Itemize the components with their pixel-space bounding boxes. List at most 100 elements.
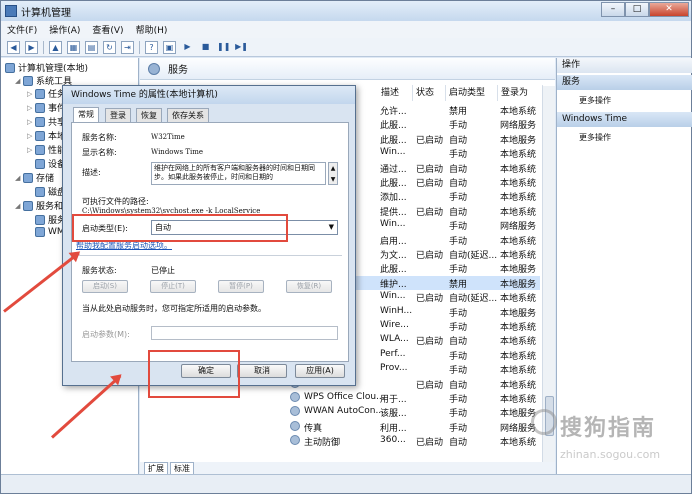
more-actions-link[interactable]: 更多操作 [579,132,611,143]
menu-view[interactable]: 查看(V) [92,23,123,36]
refresh-icon[interactable]: ↻ [103,40,116,54]
description-cell: 用于... [380,395,407,405]
expand-icon[interactable]: ▷ [27,90,33,98]
status-cell: 已启动 [416,294,444,305]
tree-item-local[interactable]: ▷ 本地 [27,129,66,142]
menu-help[interactable]: 帮助(H) [136,23,168,36]
startup-type-cell: 手动 [449,265,468,276]
startup-type-cell: 自动 [449,164,468,175]
event-viewer-icon [35,102,45,113]
clock-icon [35,88,45,99]
collapse-icon[interactable]: ◢ [15,202,21,210]
expand-icon[interactable]: ▷ [27,132,33,140]
logon-as-cell: 本地系统 [500,236,537,247]
tab-logon[interactable]: 登录 [105,108,131,122]
services-apps-icon [23,200,33,211]
description-cell: 通过... [380,164,407,175]
tree-item-performance[interactable]: ▷ 性能 [27,143,66,156]
collapse-icon[interactable]: ◢ [15,77,21,85]
tree-item-events[interactable]: ▷ 事件 [27,101,66,114]
startup-type-cell: 自动(延迟... [449,251,498,261]
actions-section-services[interactable]: 服务 [557,75,692,90]
tree-item-shared[interactable]: ▷ 共享 [27,115,66,128]
table-row[interactable]: 传真 利用... 手动 网络服务 [140,420,540,434]
start-button[interactable]: 启动(S) [82,280,128,293]
description-cell: 360... [380,435,406,446]
tree-item-storage[interactable]: ◢ 存储 [15,171,54,184]
description-scrollbar[interactable]: ▲ ▼ [328,162,338,185]
close-button[interactable]: ✕ [649,2,689,17]
start-params-input[interactable] [151,326,338,340]
export-icon[interactable]: ⇥ [121,40,134,54]
play-icon[interactable]: ▶ [181,41,194,54]
pause-icon[interactable]: ❚❚ [217,41,230,54]
services-header-title: 服务 [168,65,188,76]
collapse-icon[interactable]: ◢ [15,174,21,182]
expand-icon[interactable]: ▷ [27,118,33,126]
tab-dependencies[interactable]: 依存关系 [167,108,209,122]
expand-icon[interactable]: ▷ [27,104,33,112]
pause-button[interactable]: 暂停(P) [218,280,264,293]
menu-file[interactable]: 文件(F) [7,23,37,36]
toolbar-separator [139,40,140,54]
description-cell: WinH... [380,305,413,316]
actions-section-windows-time[interactable]: Windows Time [557,112,692,127]
gear-icon [35,214,45,225]
status-cell: 已启动 [416,207,444,218]
logon-as-cell: 本地系统 [500,179,537,189]
apply-button[interactable]: 应用(A) [295,364,345,378]
stop-button[interactable]: 停止(T) [150,280,196,293]
startup-type-cell: 禁用 [449,279,468,290]
tab-recovery[interactable]: 恢复 [136,108,162,122]
more-actions-link[interactable]: 更多操作 [579,95,611,106]
column-description[interactable]: 描述 [378,85,413,101]
tree-item-services-apps[interactable]: ◢ 服务和 [15,199,63,212]
startup-type-cell: 自动 [449,179,468,189]
tab-standard[interactable]: 标准 [170,462,194,474]
status-cell: 已启动 [416,380,444,391]
description-cell: 允许... [380,107,407,117]
logon-as-cell: 本地系统 [500,366,537,377]
logon-as-cell: 本地系统 [500,193,537,204]
show-tree-icon[interactable]: ▦ [67,40,80,54]
stop-icon[interactable]: ■ [199,41,212,54]
service-icon [290,392,300,402]
resume-button[interactable]: 恢复(R) [286,280,332,293]
tree-item-root[interactable]: 计算机管理(本地) [5,61,88,74]
tab-extended[interactable]: 扩展 [144,462,168,474]
vertical-scrollbar[interactable] [542,86,555,462]
description-cell: 此服... [380,265,407,276]
description-cell: 为文... [380,251,407,261]
back-icon[interactable]: ◀ [7,40,20,54]
title-bar[interactable]: 计算机管理 – □ ✕ [1,1,691,21]
column-status[interactable]: 状态 [413,85,446,101]
logon-as-cell: 本地系统 [500,323,537,333]
minimize-button[interactable]: – [601,2,625,17]
forward-icon[interactable]: ▶ [25,40,38,54]
dialog-title[interactable]: Windows Time 的属性(本地计算机) [63,86,355,104]
maximize-button[interactable]: □ [625,2,649,17]
table-row[interactable]: 主动防御 360... 已启动 自动 本地系统 [140,434,540,448]
properties-icon[interactable]: ▤ [85,40,98,54]
column-startup-type[interactable]: 启动类型 [446,85,498,101]
menu-action[interactable]: 操作(A) [49,23,80,36]
logon-as-cell: 本地系统 [500,207,537,218]
column-logon-as[interactable]: 登录为 [498,85,543,101]
help-icon[interactable]: ? [145,40,158,54]
logon-as-cell: 本地系统 [500,164,537,175]
service-icon [290,435,300,446]
tree-item-task[interactable]: ▷ 任务 [27,87,66,100]
cancel-button[interactable]: 取消 [237,364,287,378]
service-name-cell: WPS Office Clou... [304,392,385,402]
path-label: 可执行文件的路径: [82,197,149,206]
logon-as-cell: 本地系统 [500,150,537,161]
up-folder-icon[interactable]: ▲ [49,40,62,54]
expand-icon[interactable]: ▷ [27,146,33,154]
description-cell: Prov... [380,363,408,374]
table-row[interactable]: WWAN AutoCon... 该服... 手动 本地服务 [140,405,540,419]
restart-icon[interactable]: ▶❚ [235,41,248,54]
description-cell: 此服... [380,179,407,189]
tab-general[interactable]: 常规 [73,107,99,122]
console-icon[interactable]: ▣ [163,40,176,54]
display-name-label: 显示名称: [82,148,117,157]
